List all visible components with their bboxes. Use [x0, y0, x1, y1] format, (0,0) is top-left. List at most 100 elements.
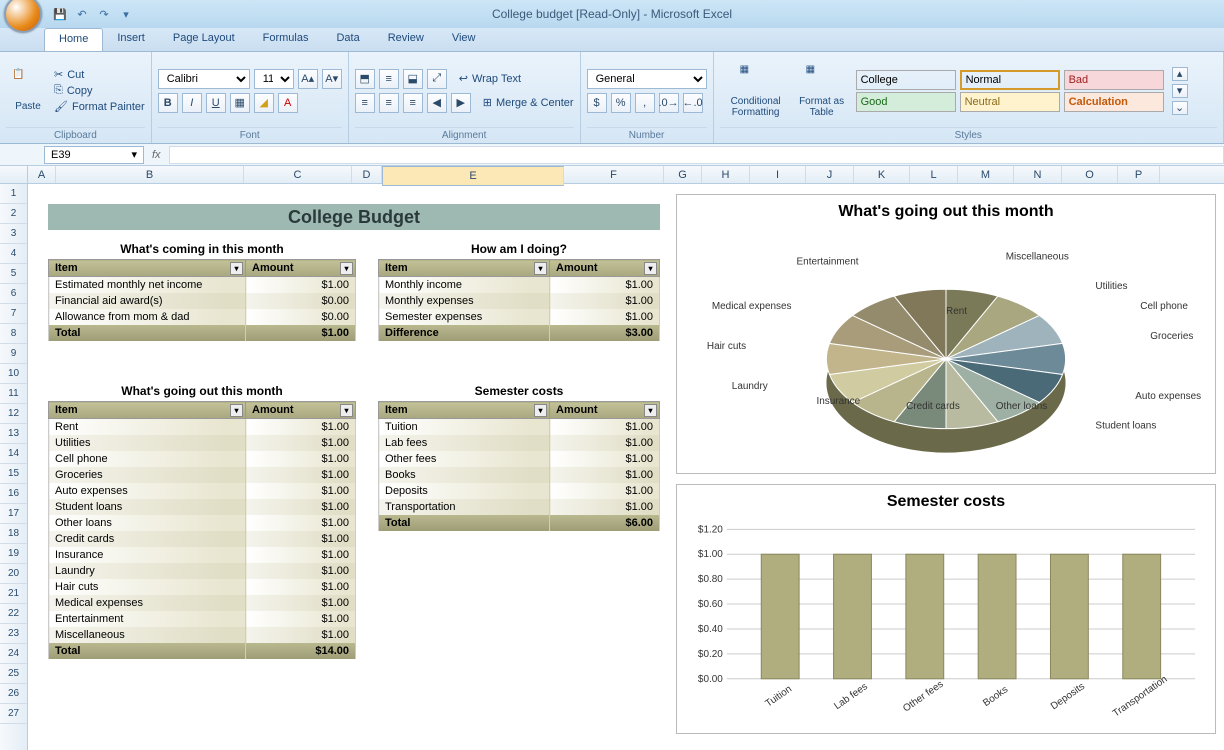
font-size-select[interactable]: 11: [254, 69, 294, 89]
col-amount[interactable]: Amount▾: [550, 260, 660, 277]
cell-item[interactable]: Rent: [49, 419, 246, 436]
name-box[interactable]: E39▾: [44, 146, 144, 164]
wrap-text-button[interactable]: ↩Wrap Text: [459, 72, 521, 85]
col-header-A[interactable]: A: [28, 166, 56, 183]
row-header-7[interactable]: 7: [0, 304, 27, 324]
row-header-8[interactable]: 8: [0, 324, 27, 344]
filter-icon[interactable]: ▾: [340, 404, 353, 417]
merge-center-button[interactable]: ⊞Merge & Center: [483, 96, 574, 109]
cell-amount[interactable]: $1.00: [550, 419, 660, 436]
cell-item[interactable]: Insurance: [49, 547, 246, 563]
col-header-H[interactable]: H: [702, 166, 750, 183]
row-header-21[interactable]: 21: [0, 584, 27, 604]
cell-total-label[interactable]: Difference: [379, 325, 550, 341]
styles-down-button[interactable]: ▾: [1172, 84, 1188, 98]
align-middle-button[interactable]: ≡: [379, 69, 399, 89]
cell-item[interactable]: Other fees: [379, 451, 550, 467]
cell-amount[interactable]: $0.00: [246, 293, 356, 309]
cell-amount[interactable]: $1.00: [550, 499, 660, 515]
style-college[interactable]: College: [856, 70, 956, 90]
fx-icon[interactable]: fx: [152, 149, 161, 161]
cell-amount[interactable]: $1.00: [550, 435, 660, 451]
cell-item[interactable]: Lab fees: [379, 435, 550, 451]
row-header-19[interactable]: 19: [0, 544, 27, 564]
border-button[interactable]: ▦: [230, 93, 250, 113]
select-all-corner[interactable]: [0, 166, 28, 183]
cell-item[interactable]: Estimated monthly net income: [49, 277, 246, 294]
cell-amount[interactable]: $1.00: [246, 595, 356, 611]
style-neutral[interactable]: Neutral: [960, 92, 1060, 112]
cell-amount[interactable]: $1.00: [246, 515, 356, 531]
format-painter-button[interactable]: 🖌Format Painter: [54, 100, 145, 113]
cell-item[interactable]: Credit cards: [49, 531, 246, 547]
cell-item[interactable]: Books: [379, 467, 550, 483]
row-header-10[interactable]: 10: [0, 364, 27, 384]
sheet-area[interactable]: College Budget What's coming in this mon…: [28, 184, 1224, 750]
shrink-font-button[interactable]: A▾: [322, 69, 342, 89]
styles-up-button[interactable]: ▴: [1172, 67, 1188, 81]
cell-item[interactable]: Auto expenses: [49, 483, 246, 499]
cell-total-value[interactable]: $1.00: [246, 325, 356, 341]
cell-item[interactable]: Utilities: [49, 435, 246, 451]
col-header-C[interactable]: C: [244, 166, 352, 183]
cut-button[interactable]: ✂Cut: [54, 68, 145, 81]
cell-amount[interactable]: $1.00: [550, 451, 660, 467]
col-amount[interactable]: Amount▾: [246, 402, 356, 419]
number-format-select[interactable]: General: [587, 69, 707, 89]
cell-amount[interactable]: $1.00: [246, 277, 356, 294]
increase-decimal-button[interactable]: .0→: [659, 93, 679, 113]
decrease-indent-button[interactable]: ◀: [427, 93, 447, 113]
col-header-O[interactable]: O: [1062, 166, 1118, 183]
cell-amount[interactable]: $1.00: [246, 419, 356, 436]
cell-item[interactable]: Laundry: [49, 563, 246, 579]
cell-amount[interactable]: $0.00: [246, 309, 356, 325]
undo-icon[interactable]: ↶: [74, 6, 90, 22]
col-header-J[interactable]: J: [806, 166, 854, 183]
style-calculation[interactable]: Calculation: [1064, 92, 1164, 112]
row-header-4[interactable]: 4: [0, 244, 27, 264]
tab-review[interactable]: Review: [374, 28, 438, 51]
cell-item[interactable]: Medical expenses: [49, 595, 246, 611]
col-item[interactable]: Item▾: [49, 402, 246, 419]
tab-insert[interactable]: Insert: [103, 28, 159, 51]
col-header-N[interactable]: N: [1014, 166, 1062, 183]
col-header-P[interactable]: P: [1118, 166, 1160, 183]
cell-amount[interactable]: $1.00: [246, 627, 356, 643]
cell-amount[interactable]: $1.00: [246, 467, 356, 483]
cell-amount[interactable]: $1.00: [550, 483, 660, 499]
row-header-2[interactable]: 2: [0, 204, 27, 224]
row-header-24[interactable]: 24: [0, 644, 27, 664]
tab-data[interactable]: Data: [322, 28, 373, 51]
row-header-5[interactable]: 5: [0, 264, 27, 284]
cell-item[interactable]: Entertainment: [49, 611, 246, 627]
cell-amount[interactable]: $1.00: [550, 309, 660, 325]
italic-button[interactable]: I: [182, 93, 202, 113]
row-header-9[interactable]: 9: [0, 344, 27, 364]
tab-view[interactable]: View: [438, 28, 490, 51]
cell-item[interactable]: Student loans: [49, 499, 246, 515]
col-header-M[interactable]: M: [958, 166, 1014, 183]
percent-button[interactable]: %: [611, 93, 631, 113]
col-header-E[interactable]: E: [382, 166, 564, 186]
cell-item[interactable]: Monthly income: [379, 277, 550, 294]
col-header-B[interactable]: B: [56, 166, 244, 183]
cell-total-label[interactable]: Total: [49, 643, 246, 659]
copy-button[interactable]: ⎘Copy: [54, 84, 145, 97]
filter-icon[interactable]: ▾: [644, 404, 657, 417]
font-color-button[interactable]: A: [278, 93, 298, 113]
cell-total-label[interactable]: Total: [379, 515, 550, 531]
save-icon[interactable]: 💾: [52, 6, 68, 22]
row-header-25[interactable]: 25: [0, 664, 27, 684]
cell-item[interactable]: Hair cuts: [49, 579, 246, 595]
qat-dropdown-icon[interactable]: ▾: [118, 6, 134, 22]
row-header-14[interactable]: 14: [0, 444, 27, 464]
grow-font-button[interactable]: A▴: [298, 69, 318, 89]
cell-item[interactable]: Transportation: [379, 499, 550, 515]
align-left-button[interactable]: ≡: [355, 93, 375, 113]
filter-icon[interactable]: ▾: [230, 262, 243, 275]
bar-chart[interactable]: Semester costs$0.00$0.20$0.40$0.60$0.80$…: [676, 484, 1216, 734]
cell-amount[interactable]: $1.00: [246, 499, 356, 515]
filter-icon[interactable]: ▾: [534, 262, 547, 275]
style-normal[interactable]: Normal: [960, 70, 1060, 90]
col-header-I[interactable]: I: [750, 166, 806, 183]
